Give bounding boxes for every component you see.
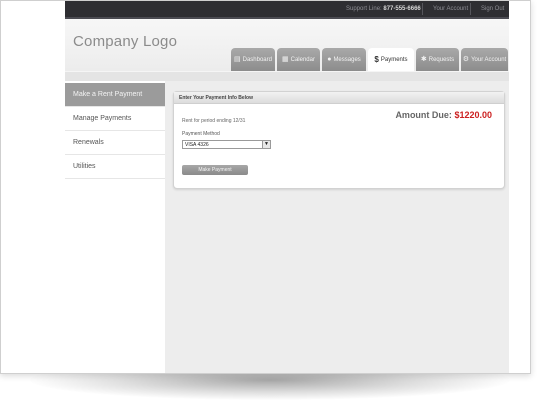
calendar-icon: ▦ [282, 56, 289, 63]
tab-label: Dashboard [242, 57, 272, 64]
sidebar-item-make-rent-payment[interactable]: Make a Rent Payment [65, 83, 165, 107]
rent-period-text: Rent for period ending 12/31 [182, 118, 246, 124]
support-phone: 877-555-6666 [383, 6, 421, 12]
messages-icon: ● [327, 56, 332, 63]
tools-icon: ✱ [420, 56, 427, 63]
tab-label: Payments [380, 57, 408, 64]
payment-method-label: Payment Method [182, 131, 220, 137]
your-account-link[interactable]: Your Account [433, 1, 468, 17]
site-header: Company Logo ▤ Dashboard ▦ Calendar ● Messa… [65, 19, 509, 71]
payment-panel: Enter Your Payment Info Below Amount Due… [173, 91, 505, 189]
site-frame: Support Line: 877-555-6666 Your Account … [65, 1, 509, 373]
tab-label: Requests [428, 57, 455, 64]
panel-title: Enter Your Payment Info Below [174, 92, 504, 104]
payment-method-select[interactable]: VISA 4326 ▼ [182, 140, 271, 149]
tab-requests[interactable]: ✱ Requests [416, 48, 459, 71]
tab-label: Messages [333, 57, 361, 64]
sidebar-item-renewals[interactable]: Renewals [65, 131, 165, 155]
payment-method-value: VISA 4326 [185, 142, 209, 148]
tab-dashboard[interactable]: ▤ Dashboard [231, 48, 275, 71]
support-label: Support Line: [346, 6, 382, 12]
company-logo[interactable]: Company Logo [73, 33, 177, 50]
amount-due-value: $1220.00 [454, 110, 492, 120]
make-payment-button[interactable]: Make Payment [182, 165, 248, 175]
browser-window: Support Line: 877-555-6666 Your Account … [0, 0, 531, 374]
account-icon: ⚙ [462, 56, 470, 63]
dropdown-arrow-icon[interactable]: ▼ [262, 141, 270, 148]
sidebar-item-utilities[interactable]: Utilities [65, 155, 165, 179]
top-bar: Support Line: 877-555-6666 Your Account … [65, 1, 509, 19]
divider [422, 3, 423, 15]
tab-messages[interactable]: ● Messages [322, 48, 366, 71]
tab-label: Calendar [290, 57, 315, 64]
support-line: Support Line: 877-555-6666 [346, 1, 421, 17]
dollar-icon: $ [374, 55, 379, 64]
amount-due-label: Amount Due: [395, 110, 452, 120]
divider [470, 3, 471, 15]
main-content: Enter Your Payment Info Below Amount Due… [165, 81, 509, 373]
sidebar-item-manage-payments[interactable]: Manage Payments [65, 107, 165, 131]
sign-out-link[interactable]: Sign Out [481, 1, 504, 17]
sidebar: Make a Rent Payment Manage Payments Rene… [65, 81, 165, 373]
tab-calendar[interactable]: ▦ Calendar [277, 48, 320, 71]
tab-payments[interactable]: $ Payments [368, 48, 414, 71]
tab-label: Your Account [471, 57, 507, 64]
tab-your-account[interactable]: ⚙ Your Account [461, 48, 508, 71]
dashboard-icon: ▤ [234, 56, 241, 63]
amount-due: Amount Due: $1220.00 [395, 110, 492, 120]
